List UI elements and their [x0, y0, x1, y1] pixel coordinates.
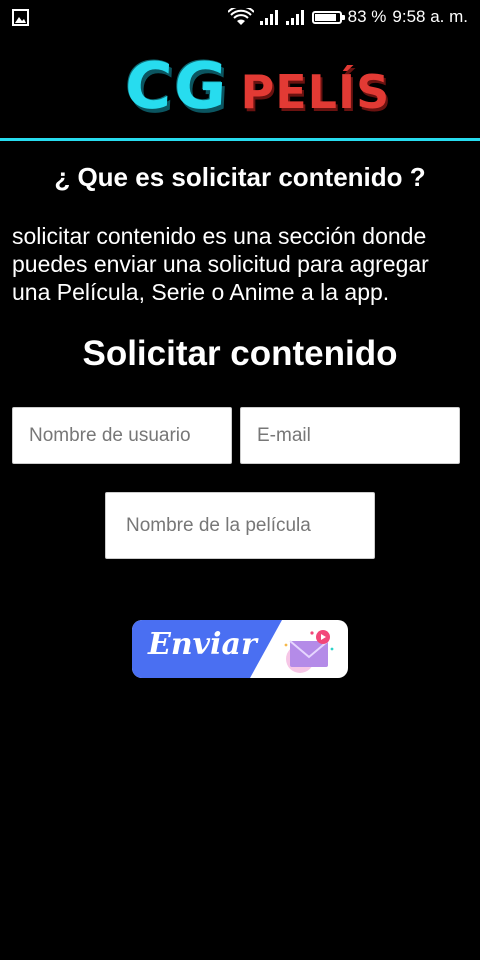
- clock: 9:58 a. m.: [392, 7, 468, 26]
- logo-pelis: PELÍS: [240, 65, 391, 119]
- image-notification-icon: [12, 9, 29, 31]
- username-input[interactable]: [12, 407, 232, 464]
- battery-percent: 83 %: [347, 7, 387, 26]
- wifi-icon: [227, 8, 254, 25]
- header-divider: [0, 138, 480, 141]
- info-description: solicitar contenido es una sección donde…: [12, 223, 429, 305]
- send-button-label: Enviar: [148, 627, 257, 662]
- signal-icon-2: [285, 10, 304, 25]
- send-button[interactable]: Enviar: [132, 620, 348, 678]
- form-title: Solicitar contenido: [82, 334, 398, 373]
- battery-icon: [311, 10, 345, 24]
- email-input[interactable]: [240, 407, 460, 464]
- logo-cg: CG: [123, 50, 231, 124]
- signal-icon-1: [259, 10, 278, 25]
- status-bar: 83 % 9:58 a. m.: [0, 0, 480, 36]
- app-header: CG PELÍS: [0, 36, 480, 138]
- battery-fill: [314, 13, 337, 21]
- info-question: ¿ Que es solicitar contenido ?: [54, 162, 426, 192]
- movie-name-input[interactable]: [105, 492, 375, 559]
- app-logo: CG PELÍS: [123, 50, 391, 124]
- envelope-icon: [284, 630, 334, 673]
